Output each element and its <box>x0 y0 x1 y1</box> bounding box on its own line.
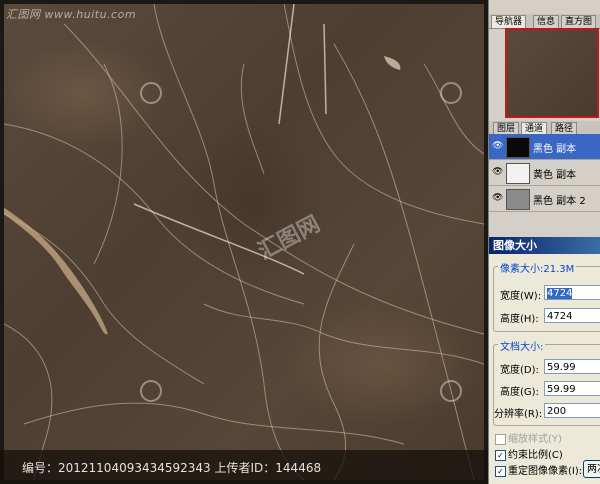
watermark-logo-icon <box>140 82 162 104</box>
resolution-label: 分辨率(R): <box>494 409 543 420</box>
pixel-dimensions-title: 像素大小:21.3M <box>498 260 577 275</box>
document-size-group: 文档大小: 宽度(D): 59.99 高度(G): 59.99 分辨率(R): … <box>493 338 600 426</box>
tab-info[interactable]: 信息 <box>533 15 560 28</box>
scale-styles-checkbox[interactable]: 缩放样式(Y) <box>495 430 562 445</box>
resolution-input[interactable]: 200 <box>544 403 600 418</box>
channel-thumbnail <box>506 137 530 158</box>
channel-item[interactable]: 👁 黑色 副本 2 <box>489 186 600 212</box>
channel-item[interactable]: 👁 黄色 副本 <box>489 160 600 186</box>
resample-method-select[interactable]: 两次 <box>583 460 600 478</box>
channel-label: 黑色 副本 2 <box>533 196 586 207</box>
pixel-dimensions-group: 像素大小:21.3M 宽度(W): 4724 高度(H): 4724 <box>493 260 600 332</box>
doc-height-label: 高度(G): <box>500 387 539 398</box>
marble-veins <box>4 4 484 480</box>
channel-item[interactable]: 👁 黑色 副本 <box>489 134 600 160</box>
navigator-preview[interactable] <box>505 28 599 118</box>
channel-label: 黑色 副本 <box>533 144 577 155</box>
channel-thumbnail <box>506 163 530 184</box>
watermark-logo-icon <box>440 380 462 402</box>
width-input[interactable]: 4724 <box>544 285 600 300</box>
marble-image <box>4 4 484 480</box>
resample-checkbox[interactable]: ✓ 重定图像像素(I): <box>495 462 582 477</box>
image-caption: 编号：20121104093434592343 上传者ID：144468 <box>22 461 322 475</box>
doc-height-input[interactable]: 59.99 <box>544 381 600 396</box>
document-size-title: 文档大小: <box>498 338 546 353</box>
channel-thumbnail <box>506 189 530 210</box>
constrain-proportions-checkbox[interactable]: ✓ 约束比例(C) <box>495 446 563 461</box>
tab-histogram[interactable]: 直方图 <box>561 15 597 28</box>
tab-navigator[interactable]: 导航器 <box>491 15 527 28</box>
image-canvas[interactable]: 汇图网 www.huitu.com 汇图网 编号：201211040934345… <box>0 0 488 484</box>
dialog-title: 图像大小 <box>489 237 600 254</box>
width-label: 宽度(W): <box>500 291 542 302</box>
height-input[interactable]: 4724 <box>544 308 600 323</box>
watermark-logo-icon <box>440 82 462 104</box>
eye-icon[interactable]: 👁 <box>492 167 503 177</box>
image-size-dialog: 像素大小:21.3M 宽度(W): 4724 高度(H): 4724 文档大小:… <box>489 254 600 484</box>
eye-icon[interactable]: 👁 <box>492 193 503 203</box>
height-label: 高度(H): <box>500 314 539 325</box>
side-panel: 导航器 信息 直方图 图层 通道 路径 👁 黑色 副本 👁 黄色 副本 👁 黑色… <box>488 0 600 484</box>
channel-label: 黄色 副本 <box>533 170 577 181</box>
doc-width-label: 宽度(D): <box>500 365 539 376</box>
watermark-logo-icon <box>140 380 162 402</box>
caption-bar: 编号：20121104093434592343 上传者ID：144468 <box>0 450 488 484</box>
doc-width-input[interactable]: 59.99 <box>544 359 600 374</box>
eye-icon[interactable]: 👁 <box>492 141 503 151</box>
navigator-tabs: 导航器 信息 直方图 <box>489 14 600 29</box>
site-watermark: 汇图网 www.huitu.com <box>6 8 137 21</box>
